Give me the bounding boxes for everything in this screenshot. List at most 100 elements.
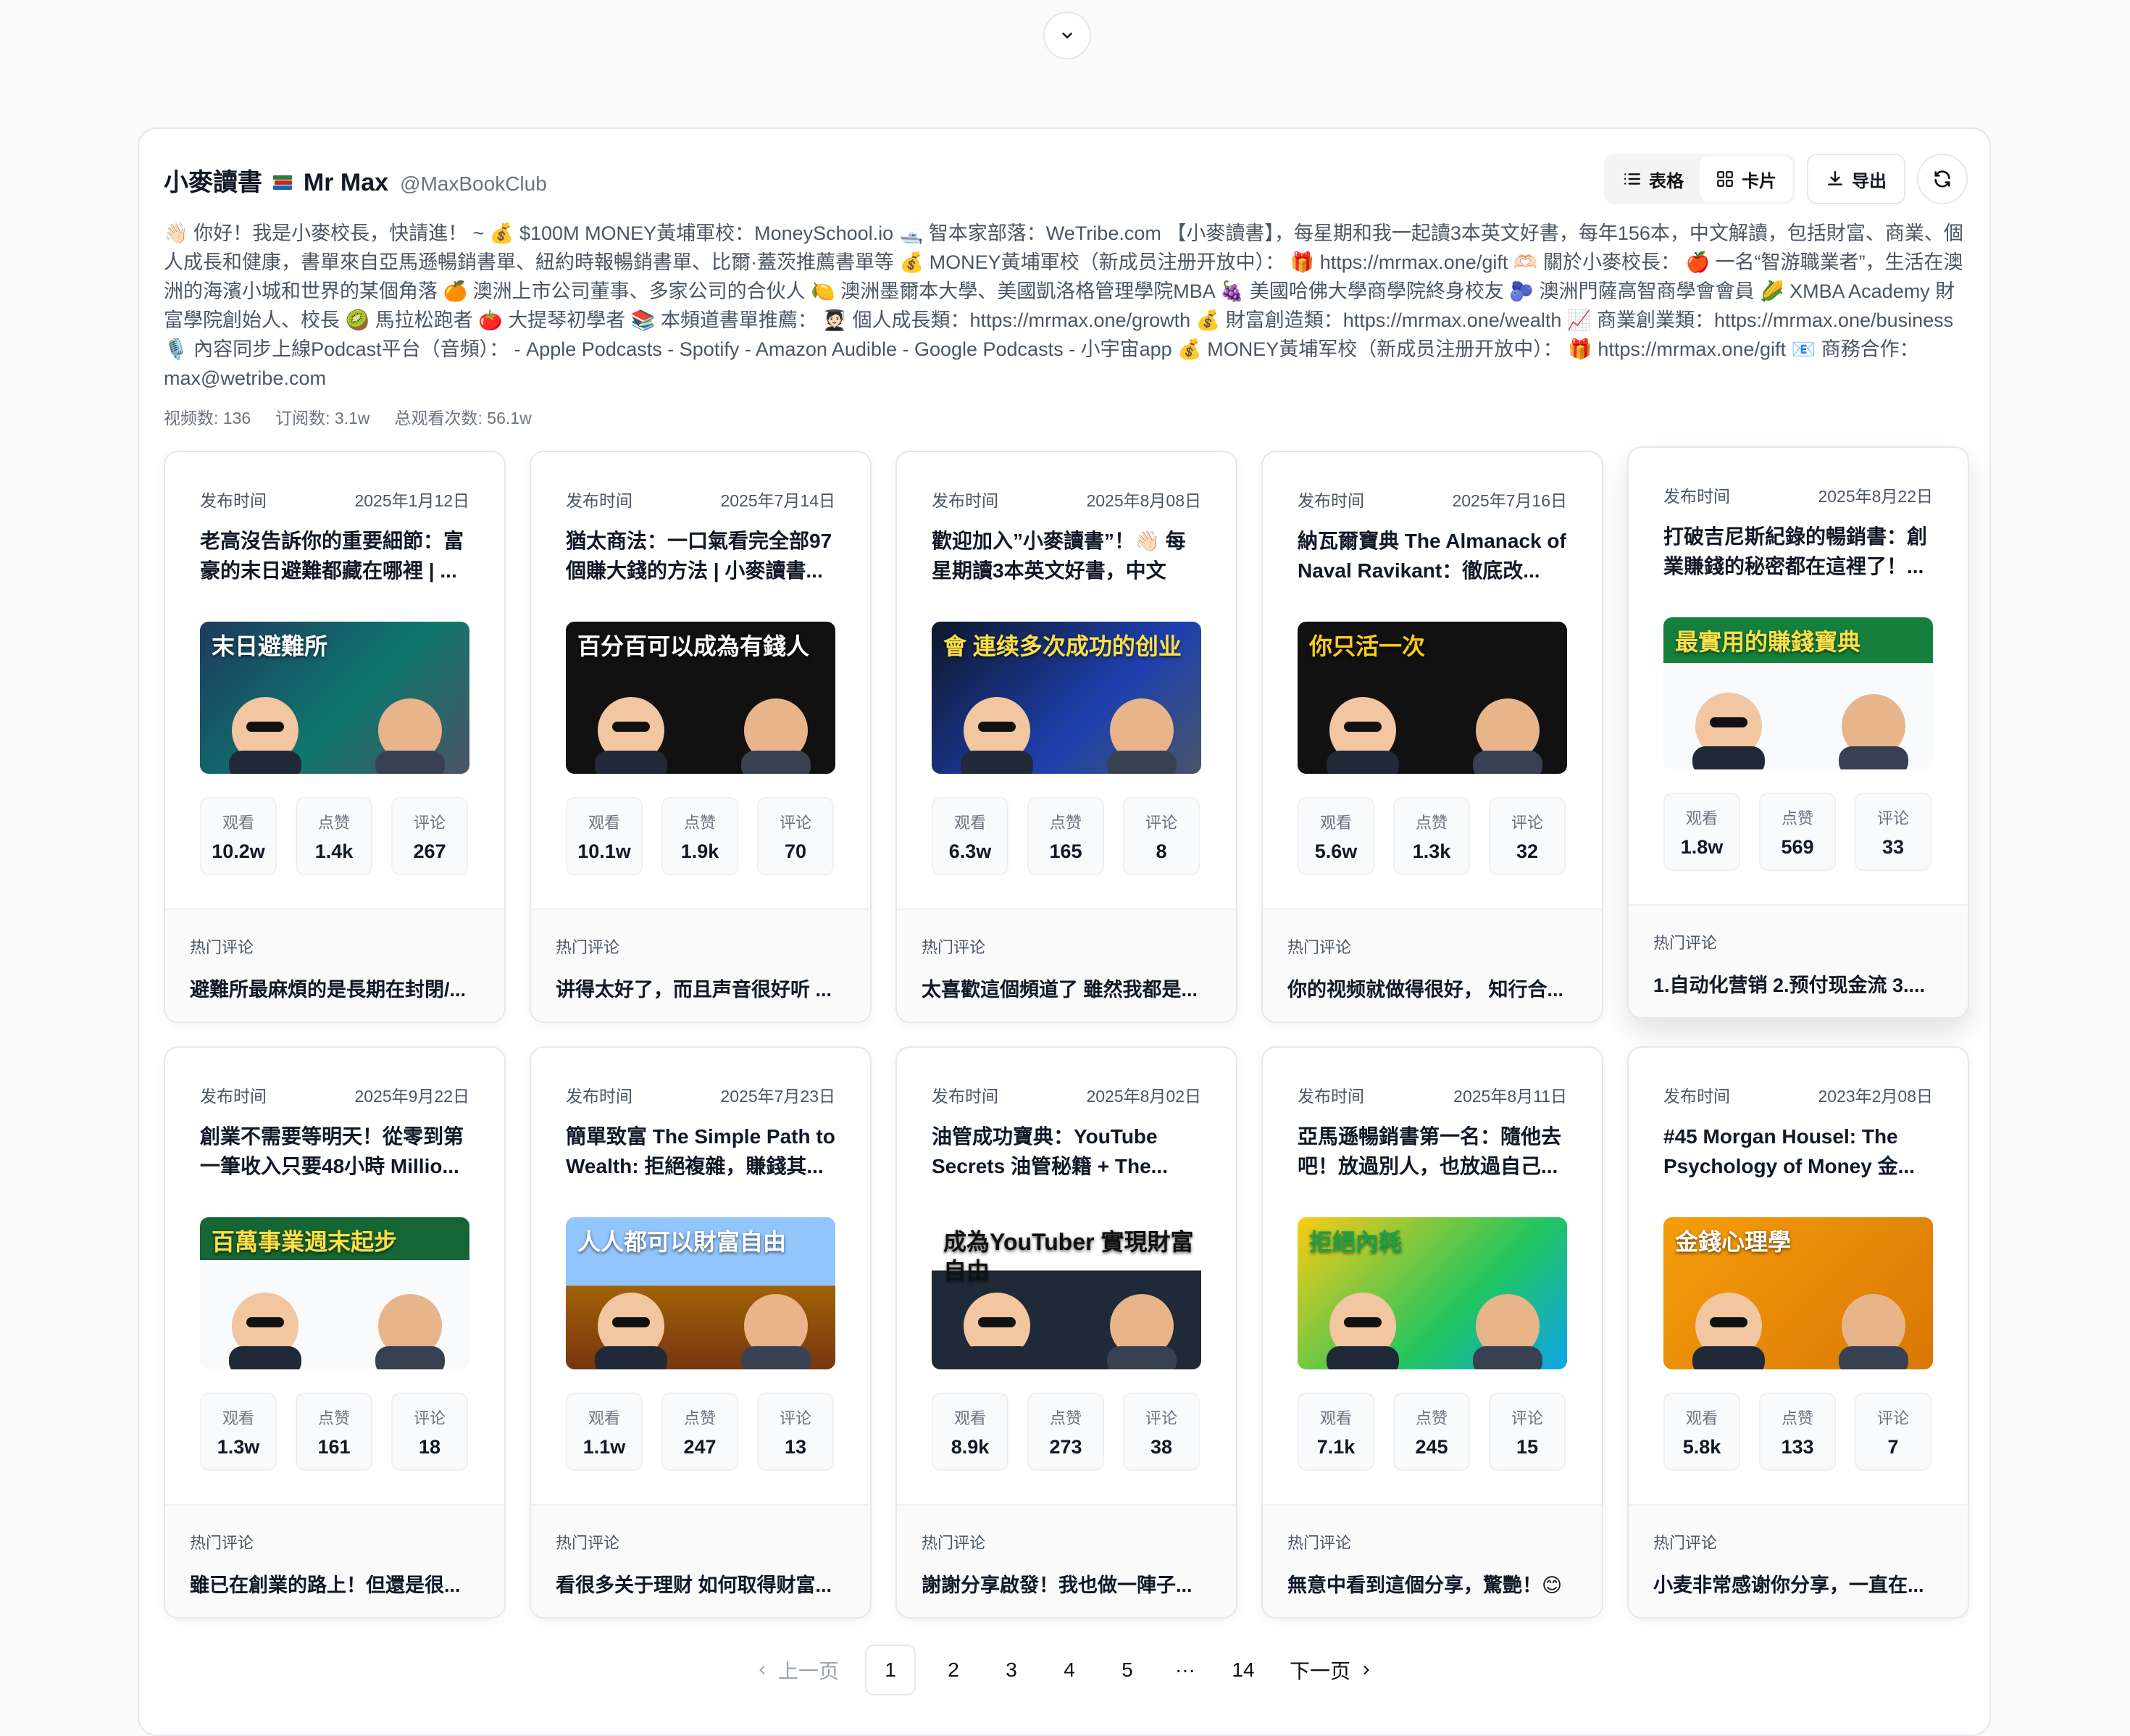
video-title[interactable]: 亞馬遜暢銷書第一名：隨他去吧！放過別人，也放過自己...: [1298, 1122, 1567, 1181]
video-card[interactable]: 发布时间 2025年1月12日 老高沒告訴你的重要細節：富豪的末日避難都藏在哪裡…: [164, 451, 506, 1023]
video-thumbnail[interactable]: 百分百可以成為有錢人: [566, 622, 835, 774]
video-title[interactable]: 簡單致富 The Simple Path to Wealth: 拒絕複雜，賺錢其…: [566, 1122, 835, 1181]
video-card[interactable]: 发布时间 2023年2月08日 #45 Morgan Housel: The P…: [1627, 1046, 1969, 1619]
page-number[interactable]: 3: [991, 1645, 1032, 1695]
hot-comment-label: 热门评论: [1653, 1534, 1718, 1552]
hot-comment-section: 热门评论 謝謝分享啟發！我也做一陣子...: [897, 1504, 1236, 1617]
channel-header: 小麥讀書 Mr Max @MaxBookClub: [164, 162, 547, 198]
prev-page-button[interactable]: 上一页: [746, 1656, 848, 1685]
video-metrics: 观看 10.2w 点赞 1.4k 评论 267: [200, 797, 469, 875]
publish-meta: 发布时间 2025年8月08日: [932, 487, 1201, 512]
publish-meta: 发布时间 2025年8月11日: [1298, 1082, 1567, 1107]
page-number[interactable]: 14: [1223, 1645, 1264, 1695]
channel-panel: 小麥讀書 Mr Max @MaxBookClub 表格 卡片 导出 👋🏻 你好！…: [138, 128, 1991, 1736]
card-view-button[interactable]: 卡片: [1700, 157, 1792, 201]
comments-metric: 评论 18: [391, 1393, 468, 1471]
views-value: 1.8w: [1680, 836, 1724, 858]
thumbnail-caption: 拒絕內耗: [1309, 1229, 1403, 1255]
page-number[interactable]: 5: [1107, 1645, 1148, 1695]
video-thumbnail[interactable]: 成為YouTuber 實現財富自由: [932, 1217, 1201, 1369]
likes-value: 133: [1781, 1436, 1814, 1458]
video-thumbnail[interactable]: 你只活一次: [1298, 622, 1567, 774]
video-metrics: 观看 6.3w 点赞 165 评论 8: [932, 797, 1201, 875]
video-card[interactable]: 发布时间 2025年8月22日 打破吉尼斯紀錄的暢銷書：創業賺錢的秘密都在這裡了…: [1627, 446, 1969, 1019]
video-title[interactable]: 油管成功寶典：YouTube Secrets 油管秘籍 + The...: [932, 1122, 1201, 1181]
video-thumbnail[interactable]: 金錢心理學: [1663, 1217, 1933, 1369]
publish-time-label: 发布时间: [566, 491, 632, 510]
views-label: 观看: [953, 814, 986, 832]
publish-meta: 发布时间 2025年1月12日: [200, 487, 469, 512]
video-card[interactable]: 发布时间 2025年8月11日 亞馬遜暢銷書第一名：隨他去吧！放過別人，也放過自…: [1261, 1046, 1603, 1619]
video-card[interactable]: 发布时间 2025年7月14日 猶太商法：一口氣看完全部97個賺大錢的方法 | …: [530, 451, 872, 1023]
likes-label: 点赞: [683, 814, 716, 832]
export-button[interactable]: 导出: [1807, 154, 1905, 204]
video-title[interactable]: 創業不需要等明天！從零到第一筆收入只要48小時 Millio...: [200, 1122, 469, 1181]
views-label: 观看: [222, 814, 254, 832]
hot-comment-text: 小麦非常感谢你分享，一直在...: [1653, 1574, 1924, 1596]
comments-metric: 评论 70: [757, 797, 834, 875]
video-title[interactable]: 猶太商法：一口氣看完全部97個賺大錢的方法 | 小麥讀書...: [566, 526, 835, 585]
thumbnail-caption: 百分百可以成為有錢人: [577, 633, 810, 659]
refresh-icon: [1934, 170, 1950, 188]
publish-meta: 发布时间 2025年7月14日: [566, 487, 835, 512]
video-thumbnail[interactable]: 最實用的賺錢寶典: [1663, 617, 1933, 769]
views-value: 10.2w: [212, 840, 265, 862]
video-card[interactable]: 发布时间 2025年7月16日 納瓦爾寶典 The Almanack of Na…: [1261, 451, 1603, 1023]
subscriber-count: 订阅数: 3.1w: [275, 409, 370, 427]
likes-metric: 点赞 1.4k: [296, 797, 372, 875]
views-metric: 观看 10.1w: [566, 797, 643, 875]
video-thumbnail[interactable]: 拒絕內耗: [1298, 1217, 1567, 1369]
views-metric: 观看 1.1w: [566, 1393, 643, 1471]
video-card[interactable]: 发布时间 2025年9月22日 創業不需要等明天！從零到第一筆收入只要48小時 …: [164, 1046, 506, 1619]
next-page-button[interactable]: 下一页: [1281, 1656, 1382, 1685]
likes-label: 点赞: [1781, 809, 1813, 827]
card-body: 发布时间 2025年7月16日 納瓦爾寶典 The Almanack of Na…: [1263, 487, 1602, 875]
comments-label: 评论: [779, 1409, 811, 1427]
page-number[interactable]: 2: [933, 1645, 974, 1695]
hot-comment-text: 1.自动化营销 2.预付现金流 3....: [1653, 975, 1926, 996]
video-card[interactable]: 发布时间 2025年7月23日 簡單致富 The Simple Path to …: [530, 1046, 872, 1619]
video-card[interactable]: 发布时间 2025年8月08日 歡迎加入”小麥讀書”！👋🏻 每星期讀3本英文好書…: [895, 451, 1237, 1023]
video-thumbnail[interactable]: 百萬事業週末起步: [200, 1217, 469, 1369]
publish-date: 2023年2月08日: [1818, 1087, 1933, 1106]
hot-comment-section: 热门评论 你的视频就做得很好， 知行合...: [1263, 909, 1602, 1022]
table-view-button[interactable]: 表格: [1607, 157, 1700, 201]
refresh-button[interactable]: [1917, 154, 1968, 204]
video-thumbnail[interactable]: 末日避難所: [200, 622, 469, 774]
hot-comment-label: 热门评论: [190, 938, 254, 956]
video-title[interactable]: 老高沒告訴你的重要細節：富豪的末日避難都藏在哪裡 | ...: [200, 526, 469, 585]
prev-page-label: 上一页: [777, 1660, 839, 1682]
views-metric: 观看 5.8k: [1663, 1393, 1740, 1471]
video-title[interactable]: 打破吉尼斯紀錄的暢銷書：創業賺錢的秘密都在這裡了！...: [1663, 522, 1933, 581]
video-title[interactable]: 歡迎加入”小麥讀書”！👋🏻 每星期讀3本英文好書，中文解...: [932, 526, 1201, 585]
views-label: 观看: [1685, 1409, 1718, 1427]
video-thumbnail[interactable]: 會 連续多次成功的创业: [932, 622, 1201, 774]
channel-name-suffix: Mr Max: [303, 169, 389, 196]
thumbnail-caption: 你只活一次: [1309, 633, 1426, 659]
views-metric: 观看 1.3w: [200, 1393, 277, 1471]
video-thumbnail[interactable]: 人人都可以財富自由: [566, 1217, 835, 1369]
video-title[interactable]: #45 Morgan Housel: The Psychology of Mon…: [1663, 1122, 1933, 1181]
views-metric: 观看 10.2w: [200, 797, 277, 875]
views-value: 5.6w: [1314, 840, 1358, 862]
comments-value: 32: [1516, 840, 1539, 862]
hot-comment-text: 謝謝分享啟發！我也做一陣子...: [922, 1574, 1193, 1596]
collapse-toggle-button[interactable]: [1043, 12, 1091, 59]
video-metrics: 观看 10.1w 点赞 1.9k 评论 70: [566, 797, 835, 875]
video-title[interactable]: 納瓦爾寶典 The Almanack of Naval Ravikant：徹底改…: [1298, 526, 1567, 585]
page-number[interactable]: 1: [865, 1645, 916, 1695]
views-value: 5.8k: [1682, 1436, 1721, 1458]
publish-meta: 发布时间 2025年7月16日: [1298, 487, 1567, 512]
download-icon: [1828, 171, 1842, 185]
publish-date: 2025年7月14日: [720, 491, 835, 510]
publish-date: 2025年8月22日: [1818, 487, 1933, 506]
views-label: 观看: [222, 1409, 254, 1427]
likes-value: 165: [1049, 840, 1082, 862]
likes-label: 点赞: [317, 814, 350, 832]
comments-value: 18: [418, 1436, 441, 1458]
likes-value: 245: [1415, 1436, 1448, 1458]
page-number[interactable]: 4: [1049, 1645, 1090, 1695]
page-ellipsis[interactable]: ···: [1165, 1645, 1206, 1695]
video-card[interactable]: 发布时间 2025年8月02日 油管成功寶典：YouTube Secrets 油…: [895, 1046, 1237, 1619]
channel-stats: 视频数: 136 订阅数: 3.1w 总观看次数: 56.1w: [164, 404, 532, 429]
